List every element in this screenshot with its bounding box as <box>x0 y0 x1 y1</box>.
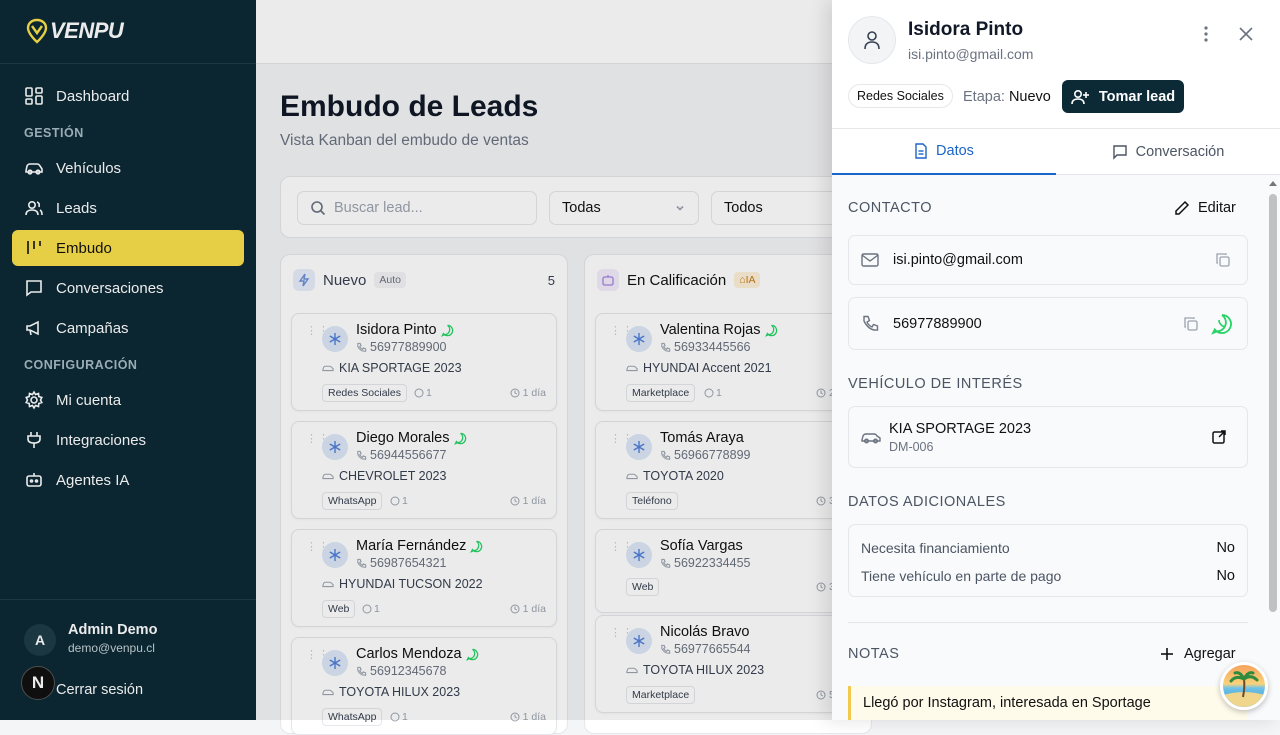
lead-detail-panel: Isidora Pinto isi.pinto@gmail.com Redes … <box>832 0 1280 720</box>
whatsapp-icon[interactable] <box>1211 313 1233 335</box>
edit-label: Editar <box>1198 200 1236 216</box>
section-contacto: CONTACTO <box>848 200 933 216</box>
modal-backdrop[interactable] <box>0 0 832 720</box>
additional-row-value: No <box>1216 540 1235 556</box>
contact-phone-field: 56977889900 <box>848 297 1248 350</box>
stage-value: Nuevo <box>1008 89 1051 105</box>
add-note-button[interactable]: Agregar <box>1160 646 1236 662</box>
take-lead-button[interactable]: Tomar lead <box>1062 80 1184 113</box>
external-link-icon[interactable] <box>1211 429 1227 445</box>
more-vertical-icon[interactable] <box>1196 22 1216 46</box>
tab-datos[interactable]: Datos <box>832 129 1056 175</box>
chat-icon <box>1112 145 1127 160</box>
tab-label: Datos <box>936 143 974 159</box>
edit-button[interactable]: Editar <box>1174 200 1236 216</box>
additional-row-label: Necesita financiamiento <box>861 540 1010 556</box>
notes-divider <box>848 622 1248 623</box>
close-icon[interactable] <box>1234 22 1258 46</box>
assistant-avatar-button[interactable] <box>1220 662 1268 710</box>
note-item: Llegó por Instagram, interesada en Sport… <box>848 686 1248 720</box>
copy-icon[interactable] <box>1183 316 1199 332</box>
lead-detail-name: Isidora Pinto <box>908 19 1024 40</box>
panel-tabs: Datos Conversación <box>832 129 1280 175</box>
take-lead-label: Tomar lead <box>1098 88 1176 105</box>
vehicle-name: KIA SPORTAGE 2023 <box>889 421 1032 437</box>
lead-detail-email: isi.pinto@gmail.com <box>908 46 1034 62</box>
note-text: Llegó por Instagram, interesada en Sport… <box>863 695 1151 711</box>
contact-email-value: isi.pinto@gmail.com <box>893 252 1023 268</box>
source-badge: Redes Sociales <box>848 84 953 108</box>
car-icon <box>861 433 881 444</box>
section-notas: NOTAS <box>848 646 900 662</box>
palm-beach-icon <box>1223 671 1265 707</box>
additional-row-value: No <box>1216 568 1235 584</box>
plus-icon <box>1161 648 1173 660</box>
vehicle-card[interactable]: KIA SPORTAGE 2023 DM-006 <box>848 406 1248 468</box>
additional-data-box: Necesita financiamiento No Tiene vehícul… <box>848 524 1248 597</box>
additional-row-label: Tiene vehículo en parte de pago <box>861 568 1062 584</box>
contact-phone-value: 56977889900 <box>893 316 982 332</box>
stage-info: Etapa: Nuevo <box>963 89 1051 105</box>
document-icon <box>915 143 927 159</box>
contact-email-field: isi.pinto@gmail.com <box>848 235 1248 285</box>
section-vehiculo: VEHÍCULO DE INTERÉS <box>848 376 1023 392</box>
mail-icon <box>861 253 879 267</box>
vehicle-code: DM-006 <box>889 440 934 454</box>
copy-icon[interactable] <box>1215 252 1231 268</box>
tab-conversacion[interactable]: Conversación <box>1056 129 1280 175</box>
stage-label: Etapa: <box>963 89 1005 105</box>
phone-icon <box>863 315 879 331</box>
tab-label: Conversación <box>1135 144 1225 160</box>
user-icon <box>848 16 896 64</box>
scroll-up-arrow-icon[interactable] <box>1269 180 1277 188</box>
user-plus-icon <box>1071 89 1089 104</box>
scrollbar-thumb[interactable] <box>1269 194 1277 612</box>
section-datos-adicionales: DATOS ADICIONALES <box>848 494 1006 510</box>
add-note-label: Agregar <box>1184 646 1236 662</box>
pencil-icon <box>1175 200 1190 215</box>
